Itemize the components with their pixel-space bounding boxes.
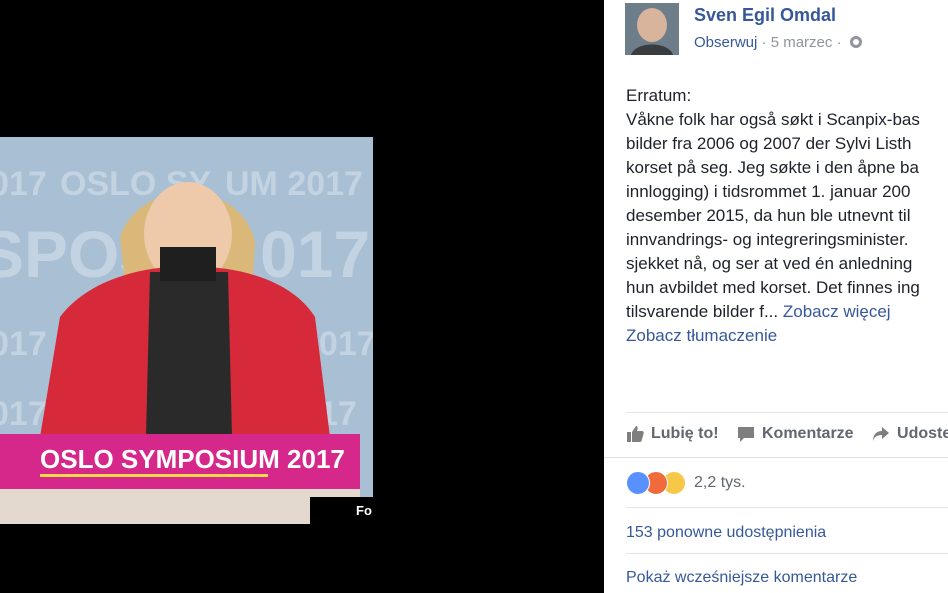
like-button[interactable]: Lubię to! bbox=[626, 425, 719, 443]
reactions-summary[interactable]: 2,2 tys. bbox=[626, 470, 746, 496]
post-text-line-last: tilsvarende bilder f... Zobacz więcej bbox=[626, 300, 948, 324]
post-text-line: sjekket nå, og ser at ved én anledning bbox=[626, 254, 913, 273]
meta-separator: · bbox=[761, 34, 767, 51]
avatar[interactable] bbox=[625, 3, 679, 55]
post-text-line: hun avbildet med korset. Det finnes ing bbox=[626, 278, 920, 297]
previous-comments-link[interactable]: Pokaż wcześniejsze komentarze bbox=[626, 569, 857, 587]
follow-link[interactable]: Obserwuj bbox=[694, 34, 757, 51]
actions-divider-bottom bbox=[604, 457, 948, 458]
podium-sign: OSLO SYMPOSIUM 2017 bbox=[40, 444, 345, 474]
photo-viewer: 017 OSLO SY UM 2017 SPOSI 017 017 2017 0… bbox=[0, 0, 604, 593]
see-translation-line: Zobacz tłumaczenie bbox=[626, 324, 948, 348]
post-text-line: innvandrings- og integreringsminister. bbox=[626, 230, 909, 249]
post-text-line: desember 2015, da hun ble utnevnt til bbox=[626, 206, 911, 225]
post-text-line: Våkne folk har også søkt i Scanpix-bas bbox=[626, 110, 920, 129]
reactions-count: 2,2 tys. bbox=[694, 474, 746, 491]
see-more-link[interactable]: Zobacz więcej bbox=[783, 302, 891, 321]
share-label: Udoste bbox=[897, 425, 948, 442]
post-text-line: Erratum: bbox=[626, 86, 692, 105]
globe-icon bbox=[849, 36, 862, 48]
post-actions: Lubię to! Komentarze Udoste bbox=[626, 425, 948, 447]
actions-divider-top bbox=[626, 412, 948, 413]
meta-separator-2: · bbox=[836, 34, 842, 51]
like-label: Lubię to! bbox=[651, 425, 719, 442]
post-date[interactable]: 5 marzec bbox=[771, 34, 833, 51]
photo-credit: Fo bbox=[356, 503, 372, 518]
podium-sign-text: OSLO SYMPOSIUM 2017 bbox=[40, 444, 345, 474]
truncated-text: tilsvarende bilder f... bbox=[626, 302, 779, 321]
shares-divider bbox=[626, 553, 948, 554]
post-text-line: bilder fra 2006 og 2007 der Sylvi Listh bbox=[626, 134, 912, 153]
see-translation-link[interactable]: Zobacz tłumaczenie bbox=[626, 326, 777, 345]
post-text-line: innlogging) i tidsrommet 1. januar 200 bbox=[626, 182, 911, 201]
reactions-divider bbox=[626, 507, 948, 508]
post-text-line: korset på seg. Jeg søkte i den åpne ba bbox=[626, 158, 919, 177]
thumbs-up-icon bbox=[627, 426, 644, 442]
comment-icon bbox=[738, 427, 754, 442]
post-photo[interactable]: 017 OSLO SY UM 2017 SPOSI 017 017 2017 0… bbox=[0, 137, 373, 524]
post-text: Erratum: Våkne folk har også søkt i Scan… bbox=[626, 84, 948, 348]
like-reaction-icon bbox=[626, 471, 650, 495]
post-panel: Sven Egil Omdal Obserwuj · 5 marzec · Er… bbox=[604, 0, 948, 593]
post-author[interactable]: Sven Egil Omdal bbox=[694, 5, 836, 26]
post-meta: Obserwuj · 5 marzec · bbox=[694, 34, 862, 51]
comment-label: Komentarze bbox=[762, 425, 854, 442]
comment-button[interactable]: Komentarze bbox=[737, 425, 854, 443]
shares-link[interactable]: 153 ponowne udostępnienia bbox=[626, 524, 826, 542]
share-icon bbox=[873, 427, 890, 441]
avatar-image bbox=[625, 3, 679, 55]
share-button[interactable]: Udoste bbox=[872, 425, 948, 443]
